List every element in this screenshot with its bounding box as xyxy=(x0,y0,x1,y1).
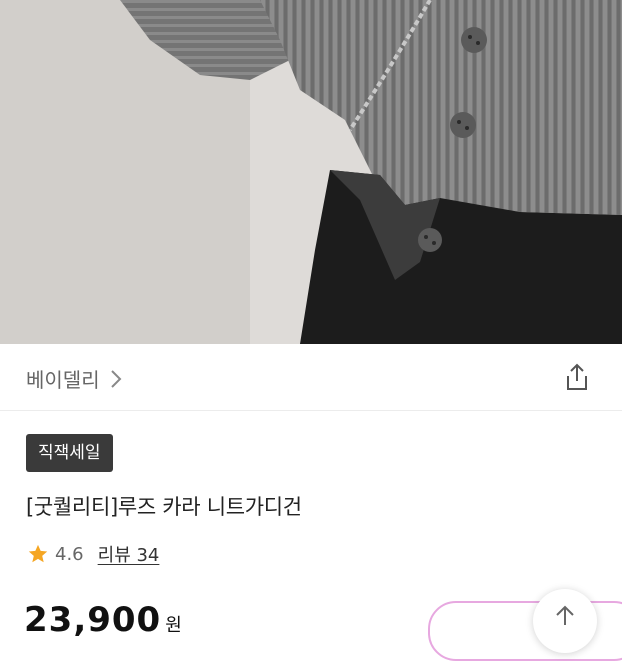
chevron-right-icon xyxy=(110,369,122,388)
brand-row: 베이델리 xyxy=(0,344,622,411)
share-icon[interactable] xyxy=(562,362,592,392)
brand-link[interactable]: 베이델리 xyxy=(26,364,122,393)
sale-badge: 직잭세일 xyxy=(26,434,113,472)
rating-row: 4.6 리뷰 34 xyxy=(27,541,159,567)
rating-value: 4.6 xyxy=(55,543,84,565)
brand-name: 베이델리 xyxy=(26,368,100,392)
product-image[interactable] xyxy=(0,0,622,344)
price-currency: 원 xyxy=(165,615,183,636)
arrow-up-icon xyxy=(556,605,574,625)
star-icon xyxy=(28,544,48,563)
scroll-top-button[interactable] xyxy=(533,589,597,653)
review-link[interactable]: 리뷰 34 xyxy=(98,541,160,567)
price: 23,900 원 xyxy=(24,600,183,640)
price-value: 23,900 xyxy=(24,600,162,640)
product-title: [굿퀄리티]루즈 카라 니트가디건 xyxy=(26,495,302,519)
